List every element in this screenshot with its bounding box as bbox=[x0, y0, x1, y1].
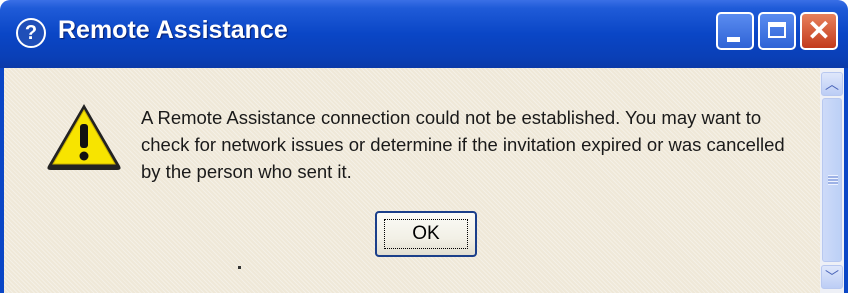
maximize-button[interactable] bbox=[758, 12, 796, 50]
ok-button[interactable]: OK bbox=[375, 211, 477, 257]
title-bar[interactable]: ? Remote Assistance ✕ bbox=[0, 0, 848, 68]
scroll-thumb[interactable] bbox=[822, 98, 842, 262]
chevron-up-icon: ︿ bbox=[825, 76, 839, 92]
remote-assistance-window: ? Remote Assistance ✕ A Remote Assistanc… bbox=[0, 0, 848, 293]
close-button[interactable]: ✕ bbox=[800, 12, 838, 50]
dialog-message: A Remote Assistance connection could not… bbox=[141, 107, 785, 182]
scroll-up-button[interactable]: ︿ bbox=[821, 72, 843, 96]
minimize-icon bbox=[727, 37, 740, 42]
vertical-scrollbar[interactable]: ︿ ﹀ bbox=[820, 68, 844, 293]
minimize-button[interactable] bbox=[716, 12, 754, 50]
warning-icon bbox=[47, 104, 121, 170]
ok-button-label: OK bbox=[412, 223, 440, 244]
chevron-down-icon: ﹀ bbox=[825, 269, 839, 285]
grip-icon bbox=[828, 175, 838, 185]
help-icon: ? bbox=[16, 18, 46, 48]
dialog-content: A Remote Assistance connection could not… bbox=[4, 68, 820, 293]
maximize-icon bbox=[768, 22, 786, 38]
window-title: Remote Assistance bbox=[58, 16, 288, 44]
window-frame-right bbox=[844, 68, 848, 293]
scroll-down-button[interactable]: ﹀ bbox=[821, 265, 843, 289]
dot-mark bbox=[238, 266, 241, 269]
close-icon: ✕ bbox=[807, 15, 831, 46]
